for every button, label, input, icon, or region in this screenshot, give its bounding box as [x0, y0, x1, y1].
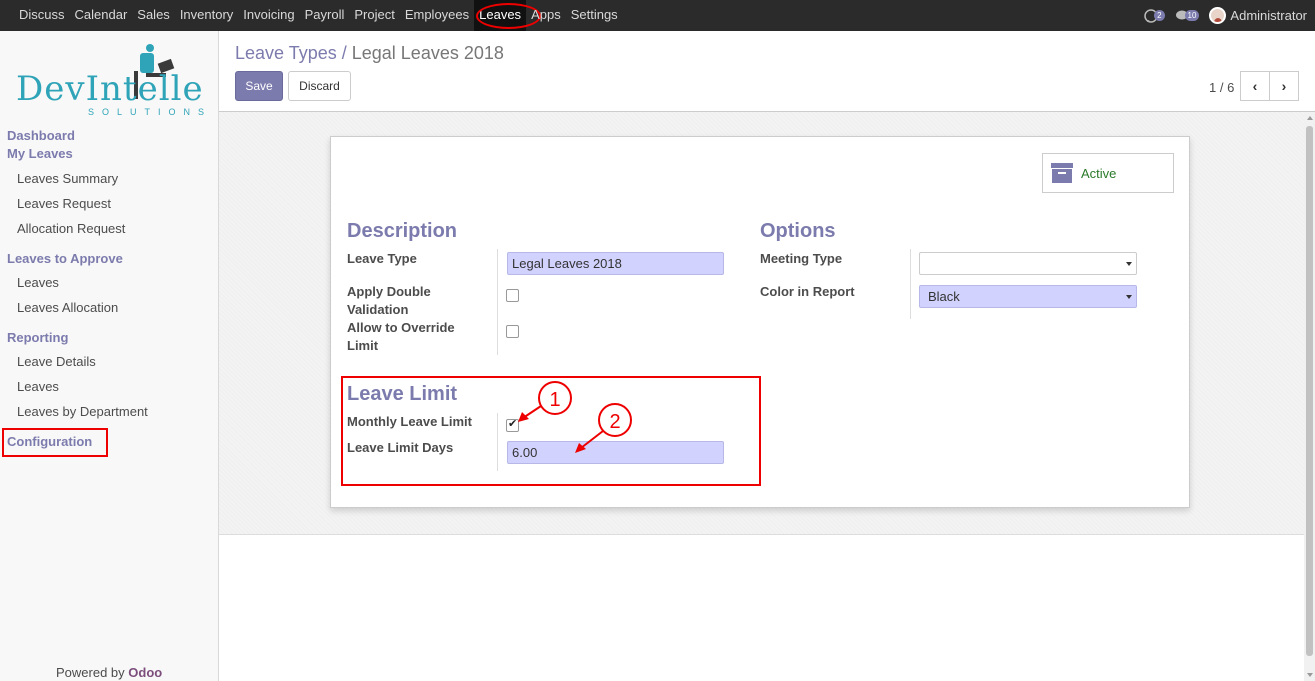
sidebar-my-leaves[interactable]: My Leaves — [7, 146, 73, 161]
color-in-report-label: Color in Report — [760, 284, 855, 299]
menu-item-sales[interactable]: Sales — [132, 0, 175, 31]
caret-down-icon — [1126, 262, 1132, 266]
pager-previous-button[interactable]: ‹ — [1240, 71, 1270, 101]
leave-limit-highlight-box — [341, 376, 761, 486]
sidebar-item-leave-details[interactable]: Leave Details — [17, 354, 96, 369]
user-name: Administrator — [1230, 8, 1307, 23]
archive-icon — [1051, 163, 1073, 183]
chat-indicator[interactable]: 2 — [1144, 8, 1165, 23]
sidebar-item-leaves-summary[interactable]: Leaves Summary — [17, 171, 118, 186]
meeting-type-label: Meeting Type — [760, 251, 843, 266]
sidebar-item-leaves-request[interactable]: Leaves Request — [17, 196, 111, 211]
powered-by: Powered by Odoo — [56, 665, 162, 680]
divider — [219, 534, 1304, 535]
scroll-down-icon[interactable] — [1307, 673, 1313, 677]
breadcrumb: Leave Types / Legal Leaves 2018 — [235, 43, 504, 64]
divider — [497, 249, 498, 355]
user-menu[interactable]: Administrator — [1209, 7, 1307, 24]
chevron-right-icon: › — [1281, 78, 1287, 94]
menu-item-project[interactable]: Project — [349, 0, 399, 31]
sidebar-leaves-to-approve[interactable]: Leaves to Approve — [7, 251, 123, 266]
pager-next-button[interactable]: › — [1269, 71, 1299, 101]
caret-down-icon — [1126, 295, 1132, 299]
menu-item-inventory[interactable]: Inventory — [175, 0, 238, 31]
color-in-report-value: Black — [928, 289, 960, 304]
sidebar-item-leaves-allocation[interactable]: Leaves Allocation — [17, 300, 118, 315]
menu-item-leaves[interactable]: Leaves — [474, 0, 542, 31]
sidebar-reporting[interactable]: Reporting — [7, 330, 68, 345]
menu-item-settings[interactable]: Settings — [566, 0, 623, 31]
divider — [910, 249, 911, 319]
menu-item-discuss[interactable]: Discuss — [14, 0, 70, 31]
control-panel: Leave Types / Legal Leaves 2018 Save Disc… — [219, 31, 1315, 112]
breadcrumb-current: Legal Leaves 2018 — [351, 43, 504, 63]
sidebar-configuration[interactable]: Configuration — [7, 434, 92, 449]
menu-item-calendar[interactable]: Calendar — [70, 0, 133, 31]
menu-item-payroll[interactable]: Payroll — [300, 0, 350, 31]
active-label: Active — [1081, 165, 1117, 181]
leave-type-input[interactable]: Legal Leaves 2018 — [507, 252, 724, 275]
sidebar-item-allocation-request[interactable]: Allocation Request — [17, 221, 125, 236]
sidebar-item-leaves-by-department[interactable]: Leaves by Department — [17, 404, 148, 419]
powered-by-text: Powered by — [56, 665, 125, 680]
override-limit-label: Allow to Override Limit — [347, 320, 455, 353]
override-limit-checkbox[interactable] — [506, 325, 519, 338]
sidebar-dashboard[interactable]: Dashboard — [7, 128, 75, 143]
sidebar: DevIntelle SOLUTIONS Dashboard My Leaves… — [0, 31, 219, 681]
messages-badge: 10 — [1184, 10, 1200, 21]
menu-item-apps[interactable]: Apps — [526, 0, 566, 31]
menu-item-employees[interactable]: Employees — [400, 0, 474, 31]
avatar — [1209, 7, 1227, 24]
scrollbar-thumb[interactable] — [1306, 126, 1313, 656]
sidebar-item-report-leaves[interactable]: Leaves — [17, 379, 59, 394]
logo-wordmark: DevIntelle — [16, 69, 204, 109]
scroll-up-icon[interactable] — [1307, 116, 1313, 120]
top-navbar: Discuss Calendar Sales Inventory Invoicing Pa… — [0, 0, 1315, 31]
scrollbar[interactable] — [1304, 112, 1315, 681]
menu-item-invoicing[interactable]: Invoicing — [238, 0, 299, 31]
meeting-type-select[interactable] — [919, 252, 1137, 275]
double-validation-checkbox[interactable] — [506, 289, 519, 302]
breadcrumb-leave-types[interactable]: Leave Types / — [235, 43, 347, 63]
sidebar-item-leaves[interactable]: Leaves — [17, 275, 59, 290]
logo-tagline: SOLUTIONS — [88, 107, 213, 117]
odoo-link[interactable]: Odoo — [128, 665, 162, 680]
save-button[interactable]: Save — [235, 71, 283, 101]
discard-button[interactable]: Discard — [288, 71, 351, 101]
pager-value: 1 / 6 — [1209, 80, 1235, 95]
active-toggle-button[interactable]: Active — [1042, 153, 1174, 193]
chevron-left-icon: ‹ — [1252, 78, 1258, 94]
systray: 2 10 Administrator — [1134, 0, 1307, 31]
main-menu: Discuss Calendar Sales Inventory Invoicing Pa… — [0, 0, 623, 31]
company-logo: DevIntelle SOLUTIONS — [16, 43, 206, 123]
double-validation-label: Apply Double Validation — [347, 284, 431, 317]
color-in-report-select[interactable]: Black — [919, 285, 1137, 308]
options-title: Options — [760, 220, 836, 242]
leave-type-label: Leave Type — [347, 251, 417, 266]
description-title: Description — [347, 220, 458, 242]
chat-badge: 2 — [1154, 10, 1165, 21]
messages-indicator[interactable]: 10 — [1175, 10, 1200, 22]
